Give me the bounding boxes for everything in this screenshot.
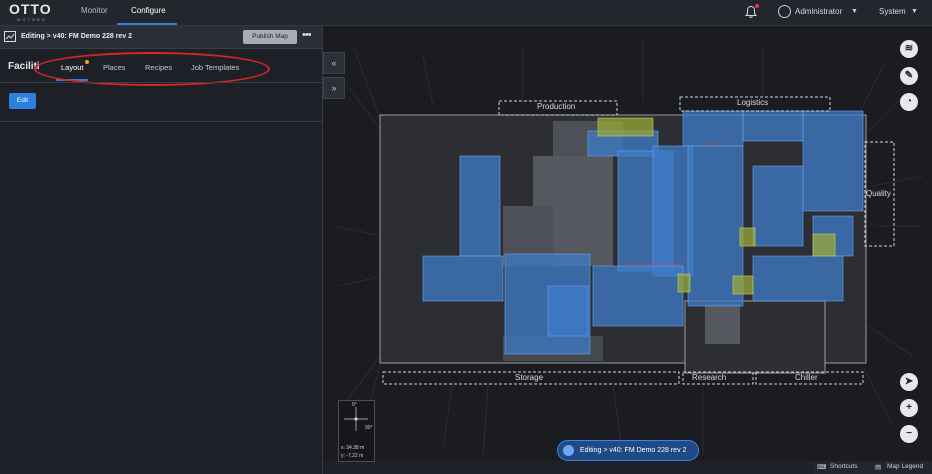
zone-label-chiller[interactable]: Chiller [795,373,818,382]
zone-label-storage[interactable]: Storage [515,373,543,382]
map-canvas[interactable] [323,26,932,461]
editing-title: Editing > v40: FM Demo 228 rev 2 [21,33,133,40]
notification-dot [755,4,759,8]
gauge-icon[interactable]: ◔ [900,93,918,111]
logo-text: OTTO [9,1,52,17]
zone-label-logistics[interactable]: Logistics [737,98,768,107]
locate-icon[interactable]: ➤ [900,373,918,391]
logo-subtext: MOTORS [17,17,47,22]
nav-tab-monitor[interactable]: Monitor [81,6,108,15]
zone-label-quality[interactable]: Quality [866,189,891,198]
map-legend-button[interactable]: Map Legend [887,463,923,470]
zone-label-production[interactable]: Production [537,102,575,111]
zone-area[interactable] [752,255,844,302]
nav-tab-configure[interactable]: Configure [131,6,166,15]
nav-active-indicator [117,23,177,25]
marker[interactable] [597,117,654,137]
zone-area[interactable] [802,110,864,212]
shortcuts-button[interactable]: Shortcuts [830,463,857,470]
marker[interactable] [677,273,691,293]
gray-structure [705,304,740,344]
zoom-out-button[interactable]: − [900,425,918,443]
divider [0,82,322,83]
map-edit-icon [563,445,574,456]
pencil-icon[interactable]: ✎ [900,67,918,85]
layers-icon[interactable]: ≋ [900,40,918,58]
bottom-bar: ⌨ Shortcuts ▤ Map Legend [813,461,932,474]
edit-button[interactable]: Edit [9,93,36,109]
zone-label-research[interactable]: Research [692,373,726,382]
editing-status-pill[interactable]: Editing > v40: FM Demo 228 rev 2 [557,440,699,461]
facility-map[interactable] [323,26,932,461]
zone-area[interactable] [459,155,501,257]
zone-area[interactable] [422,255,504,302]
editing-bar: Editing > v40: FM Demo 228 rev 2 Publish… [0,26,322,49]
annotation-circle [34,52,270,86]
more-options-icon[interactable]: ••• [302,29,312,41]
collapse-left-button[interactable]: « [323,52,345,74]
divider [0,121,322,122]
coord-y: y: -7.22 m [341,453,364,459]
publish-map-button[interactable]: Publish Map [243,30,297,44]
compass-east-label: 90° [365,425,373,431]
marker[interactable] [739,227,756,247]
zone-area[interactable] [682,110,744,147]
keyboard-icon: ⌨ [817,464,827,471]
legend-icon: ▤ [875,464,882,471]
compass-north-label: 0° [352,402,357,408]
zone-area[interactable] [752,165,804,247]
map-edit-icon [4,31,16,42]
marker[interactable] [812,233,836,257]
user-avatar-icon[interactable] [778,5,791,18]
coord-x: x: 34.38 m [341,445,365,451]
marker[interactable] [732,275,754,295]
chevron-down-icon[interactable]: ▼ [911,8,918,15]
expand-right-button[interactable]: » [323,77,345,99]
otto-logo[interactable]: OTTO MOTORS [9,1,57,22]
user-menu[interactable]: Administrator [795,7,842,16]
zone-area[interactable] [742,110,804,142]
status-text: Editing > v40: FM Demo 228 rev 2 [580,447,687,454]
chevron-down-icon[interactable]: ▼ [851,8,858,15]
zone-area[interactable] [652,145,694,277]
zone-area[interactable] [547,285,589,337]
system-menu[interactable]: System [879,7,906,16]
top-navbar: OTTO MOTORS Monitor Configure Administra… [0,0,932,26]
zone-area[interactable] [592,265,684,327]
side-panel: Editing > v40: FM Demo 228 rev 2 Publish… [0,26,323,474]
zoom-in-button[interactable]: + [900,399,918,417]
